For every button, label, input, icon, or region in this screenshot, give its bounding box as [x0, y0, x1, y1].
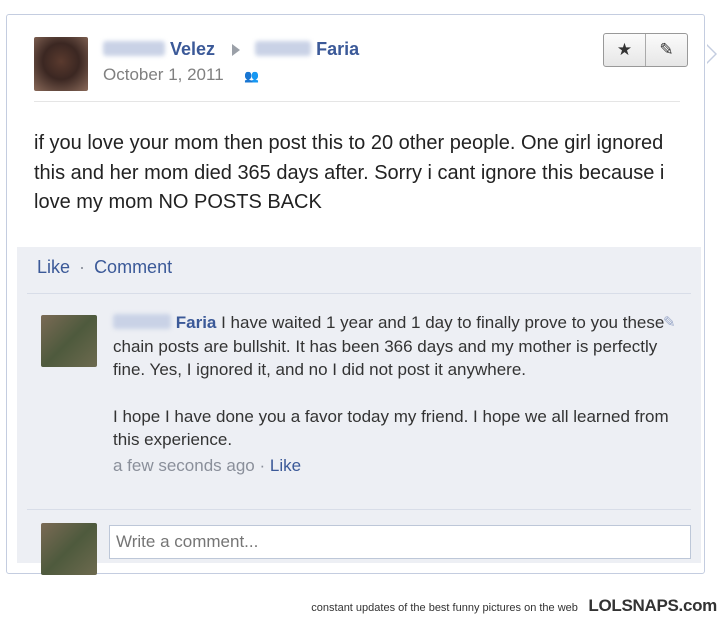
- divider: [27, 293, 691, 294]
- friends-icon[interactable]: 👥: [244, 69, 259, 83]
- header-divider: [34, 101, 680, 102]
- post-meta: October 1, 2011 👥: [103, 65, 259, 85]
- post-footer: Like · Comment ✎ Faria I have waited 1 y…: [17, 247, 701, 575]
- post-header: Velez Faria: [103, 39, 359, 60]
- comment-time[interactable]: a few seconds ago: [113, 456, 255, 475]
- edit-button[interactable]: ✎: [645, 34, 687, 66]
- author-avatar[interactable]: [34, 37, 88, 91]
- comment-body: Faria I have waited 1 year and 1 day to …: [113, 311, 673, 382]
- arrow-right-icon: [232, 43, 241, 56]
- post-card: Velez Faria October 1, 2011 👥 ★ ✎ if you…: [6, 14, 705, 575]
- current-user-avatar: [41, 523, 97, 575]
- comment-link[interactable]: Comment: [94, 257, 172, 277]
- star-button[interactable]: ★: [604, 34, 645, 66]
- site-credit: constant updates of the best funny pictu…: [311, 596, 717, 616]
- action-bar: Like · Comment: [37, 257, 172, 278]
- like-link[interactable]: Like: [37, 257, 70, 277]
- post-toolbar: ★ ✎: [603, 33, 688, 67]
- separator: ·: [79, 257, 86, 277]
- comment: Faria I have waited 1 year and 1 day to …: [113, 311, 673, 477]
- star-icon: ★: [616, 40, 633, 59]
- comment-text-paragraph-2: I hope I have done you a favor today my …: [113, 406, 669, 450]
- author-name[interactable]: Velez: [170, 39, 215, 59]
- comment-author[interactable]: Faria: [176, 313, 217, 332]
- comment-like-link[interactable]: Like: [270, 456, 301, 475]
- separator: ·: [259, 455, 266, 475]
- blurred-commenter-first-name: [113, 314, 171, 329]
- write-comment-input[interactable]: [109, 525, 691, 559]
- recipient-name[interactable]: Faria: [316, 39, 359, 59]
- credit-brand: LOLSNAPS.com: [588, 596, 717, 615]
- divider: [27, 509, 691, 510]
- commenter-avatar[interactable]: [41, 315, 97, 367]
- blurred-author-first-name: [103, 41, 165, 56]
- credit-tagline: constant updates of the best funny pictu…: [311, 602, 578, 614]
- pencil-icon: ✎: [659, 40, 674, 59]
- post-date[interactable]: October 1, 2011: [103, 65, 224, 84]
- post-text: if you love your mom then post this to 2…: [34, 132, 665, 213]
- comment-meta: a few seconds ago · Like: [113, 454, 673, 478]
- blurred-recipient-first-name: [255, 41, 312, 56]
- chevron-right-icon: [706, 44, 717, 64]
